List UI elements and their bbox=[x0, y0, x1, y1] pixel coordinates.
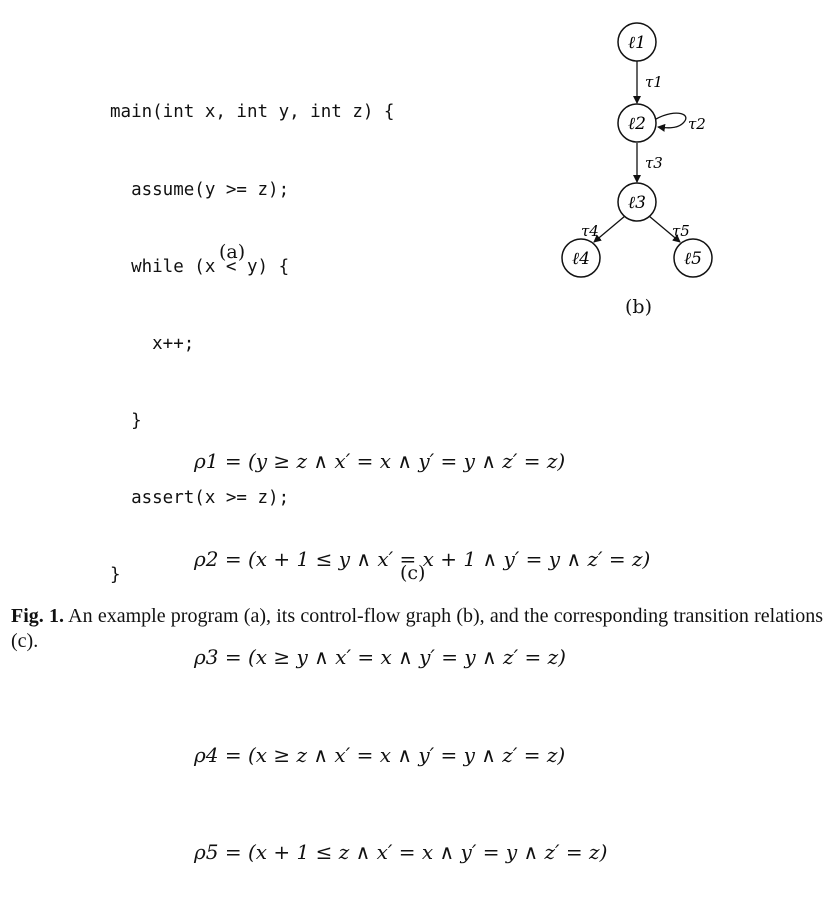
relation-rho4: ρ4 = (x ≥ z ∧ x′ = x ∧ y′ = y ∧ z′ = z) bbox=[194, 742, 566, 767]
figure-caption: Fig. 1. An example program (a), its cont… bbox=[11, 604, 823, 654]
node-label-l4: ℓ4 bbox=[572, 249, 590, 269]
edge-label-tau1: τ1 bbox=[645, 73, 663, 91]
node-label-l1: ℓ1 bbox=[628, 33, 646, 53]
edge-tau2 bbox=[655, 112, 687, 132]
node-label-l5: ℓ5 bbox=[684, 249, 702, 269]
edge-label-tau3: τ3 bbox=[645, 154, 663, 172]
subfigure-label-c: (c) bbox=[400, 562, 426, 584]
figure-caption-text: An example program (a), its control-flow… bbox=[11, 605, 823, 652]
edge-label-tau5: τ5 bbox=[672, 222, 690, 240]
edge-label-tau2: τ2 bbox=[688, 115, 706, 133]
code-line: x++; bbox=[110, 333, 195, 354]
subfigure-label-b: (b) bbox=[625, 296, 652, 318]
relation-rho5: ρ5 = (x + 1 ≤ z ∧ x′ = x ∧ y′ = y ∧ z′ =… bbox=[194, 840, 608, 865]
edge-label-tau4: τ4 bbox=[581, 222, 599, 240]
figure-caption-label: Fig. 1. bbox=[11, 605, 65, 627]
relation-rho1: ρ1 = (y ≥ z ∧ x′ = x ∧ y′ = y ∧ z′ = z) bbox=[194, 449, 566, 474]
control-flow-graph: ℓ1 ℓ2 ℓ3 ℓ4 ℓ5 τ1 τ2 τ3 τ4 τ5 bbox=[561, 22, 713, 278]
node-label-l3: ℓ3 bbox=[628, 193, 646, 213]
node-label-l2: ℓ2 bbox=[628, 114, 646, 134]
